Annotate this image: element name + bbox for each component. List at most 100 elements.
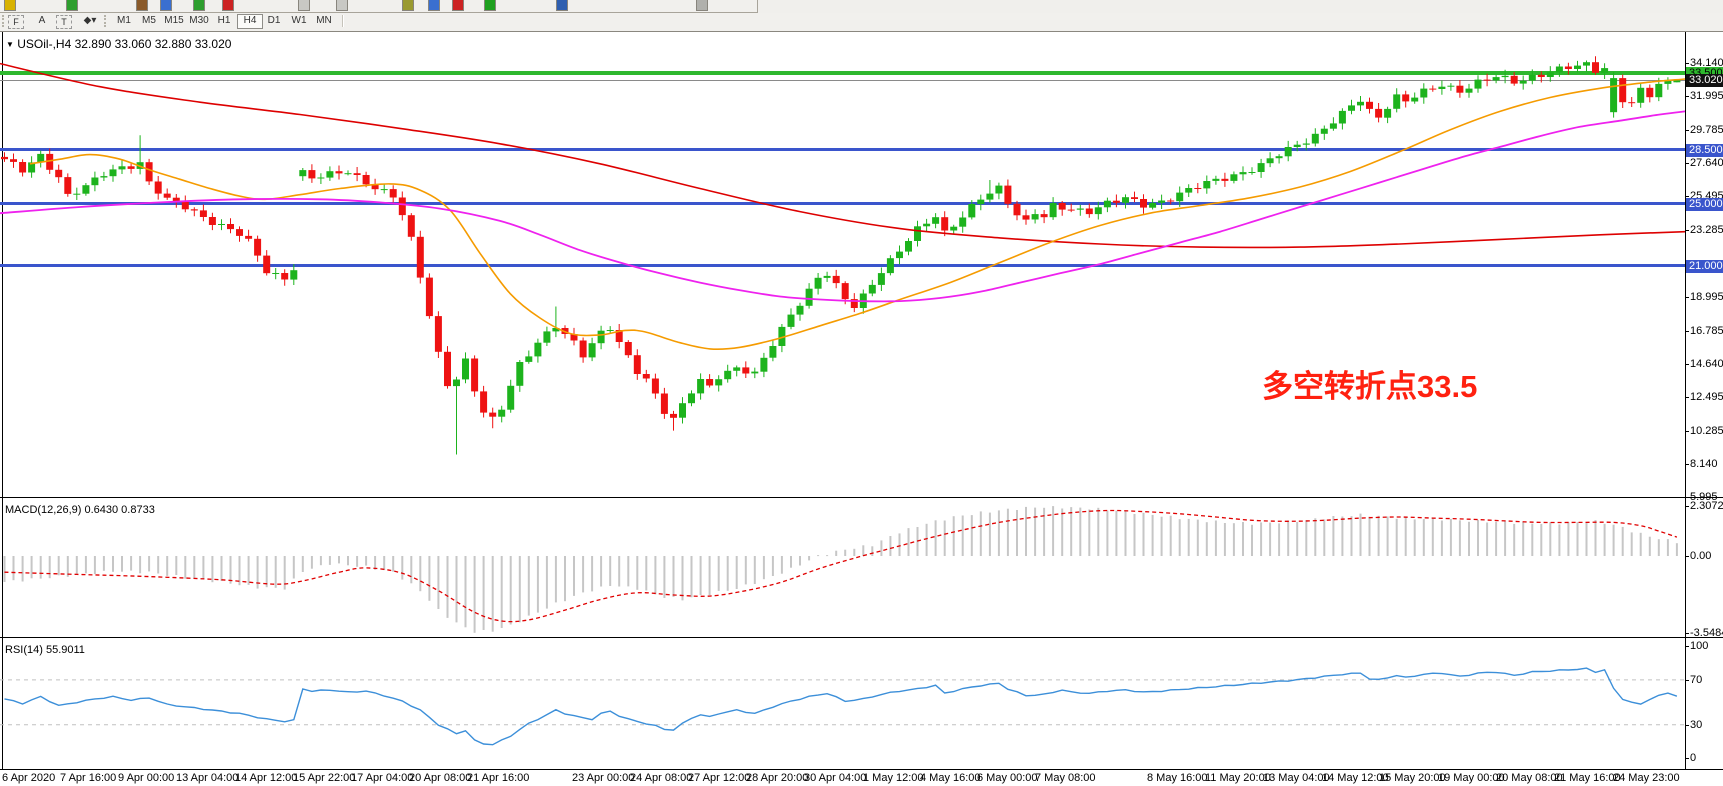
time-axis-label: 14 Apr 12:00 xyxy=(235,772,297,784)
time-axis-label: 6 Apr 2020 xyxy=(2,772,55,784)
price-scale-divider xyxy=(1685,32,1686,770)
macd-tick-label: 0.00 xyxy=(1690,551,1711,562)
chart-left-border xyxy=(2,32,3,770)
time-axis-label: 8 May 16:00 xyxy=(1147,772,1208,784)
toolbar-icon-fragment[interactable] xyxy=(452,0,464,11)
toolbar-icon-fragment[interactable] xyxy=(336,0,348,11)
price-tick-label: 8.140 xyxy=(1690,459,1718,470)
macd-tick-mark xyxy=(1685,633,1689,634)
price-tick-mark xyxy=(1685,130,1689,131)
toolbar-icon-fragment[interactable] xyxy=(556,0,568,11)
price-tick-mark xyxy=(1685,96,1689,97)
time-axis-label: 13 Apr 04:00 xyxy=(176,772,238,784)
toolbar-icon-fragment[interactable] xyxy=(193,0,205,11)
timeframe-button-m30[interactable]: M30 xyxy=(187,14,211,28)
toolbar-icon-fragment[interactable] xyxy=(222,0,234,11)
rsi-tick-mark xyxy=(1685,646,1689,647)
timeframe-button-mn[interactable]: MN xyxy=(312,14,336,28)
price-tick-mark xyxy=(1685,196,1689,197)
price-tick-mark xyxy=(1685,497,1689,498)
toolbar-icon-fragment[interactable] xyxy=(66,0,78,11)
time-axis-label: 24 May 23:00 xyxy=(1613,772,1680,784)
price-tick-mark xyxy=(1685,230,1689,231)
cursor-tool-icon[interactable]: F xyxy=(8,15,24,29)
timeframe-button-h1[interactable]: H1 xyxy=(212,14,236,28)
hline-33_020[interactable] xyxy=(0,80,1685,81)
price-tick-mark xyxy=(1685,364,1689,365)
price-tick-label: 31.995 xyxy=(1690,91,1723,102)
timeframe-button-m15[interactable]: M15 xyxy=(162,14,186,28)
text-tool-icon[interactable]: A xyxy=(32,14,52,28)
time-axis-label: 21 May 16:00 xyxy=(1554,772,1621,784)
toolbar-icon-fragment[interactable] xyxy=(4,0,16,11)
toolbar-separator xyxy=(342,15,344,27)
chart-window[interactable] xyxy=(0,31,1723,786)
price-tick-mark xyxy=(1685,63,1689,64)
pane-separator-macd-rsi[interactable] xyxy=(0,637,1723,638)
toolbar-grip[interactable] xyxy=(104,15,109,27)
time-axis-label: 4 May 16:00 xyxy=(920,772,981,784)
price-tick-mark xyxy=(1685,397,1689,398)
time-axis-label: 13 May 04:00 xyxy=(1263,772,1330,784)
timeframe-button-w1[interactable]: W1 xyxy=(287,14,311,28)
rsi-tick-label: 30 xyxy=(1690,720,1702,731)
price-tick-label: 10.285 xyxy=(1690,426,1723,437)
hline-21_000[interactable] xyxy=(0,264,1685,267)
toolbar-icon-fragment[interactable] xyxy=(136,0,148,11)
chart-text-annotation[interactable]: 多空转折点33.5 xyxy=(1262,361,1477,406)
toolbar-icon-fragment[interactable] xyxy=(298,0,310,11)
price-tick-label: 14.640 xyxy=(1690,359,1723,370)
time-axis-label: 17 Apr 04:00 xyxy=(351,772,413,784)
top-toolbar[interactable] xyxy=(0,0,1723,13)
price-tick-label: 16.785 xyxy=(1690,326,1723,337)
chart-dropdown-icon[interactable]: ▼ xyxy=(6,40,14,49)
price-tick-label: 23.285 xyxy=(1690,225,1723,236)
time-axis-label: 24 Apr 08:00 xyxy=(630,772,692,784)
toolbar-icon-fragment[interactable] xyxy=(160,0,172,11)
tools-and-timeframes-toolbar: FAT ◆▾ M1M5M15M30H1H4D1W1MN xyxy=(0,13,1723,32)
toolbar-grip[interactable] xyxy=(2,15,7,27)
price-tick-mark xyxy=(1685,464,1689,465)
text-label-tool-icon[interactable]: T xyxy=(56,15,72,29)
price-tick-label: 18.995 xyxy=(1690,292,1723,303)
timeframe-button-h4[interactable]: H4 xyxy=(237,14,263,29)
hline-33_500[interactable] xyxy=(0,71,1685,75)
timeframe-button-m1[interactable]: M1 xyxy=(112,14,136,28)
time-axis-label: 20 Apr 08:00 xyxy=(409,772,471,784)
time-axis-label: 19 May 00:00 xyxy=(1438,772,1505,784)
toolbar-icon-fragment[interactable] xyxy=(484,0,496,11)
rsi-tick-mark xyxy=(1685,680,1689,681)
time-axis-label: 20 May 08:00 xyxy=(1496,772,1563,784)
time-axis-label: 6 May 00:00 xyxy=(977,772,1038,784)
price-tick-label: 29.785 xyxy=(1690,125,1723,136)
hline-25_000[interactable] xyxy=(0,202,1685,205)
pane-separator-main-macd[interactable] xyxy=(0,497,1723,498)
macd-tick-label: -3.5484 xyxy=(1690,628,1723,639)
macd-tick-label: 2.3072 xyxy=(1690,501,1723,512)
toolbar-icon-fragment[interactable] xyxy=(696,0,708,11)
toolbar-icon-fragment[interactable] xyxy=(402,0,414,11)
time-axis-label: 9 Apr 00:00 xyxy=(118,772,174,784)
timeframe-button-d1[interactable]: D1 xyxy=(262,14,286,28)
price-tick-mark xyxy=(1685,163,1689,164)
rsi-tick-mark xyxy=(1685,725,1689,726)
time-axis-border xyxy=(0,769,1723,770)
standard-toolbar-strip[interactable] xyxy=(0,0,758,13)
timeframe-button-m5[interactable]: M5 xyxy=(137,14,161,28)
macd-indicator-label: MACD(12,26,9) 0.6430 0.8733 xyxy=(5,504,155,516)
time-axis-label: 11 May 20:00 xyxy=(1205,772,1271,784)
time-axis-label: 27 Apr 12:00 xyxy=(688,772,750,784)
chart-title: ▼ USOil-,H4 32.890 33.060 32.880 33.020 xyxy=(6,37,231,51)
macd-tick-mark xyxy=(1685,506,1689,507)
price-badge-21_000: 21.000 xyxy=(1686,260,1723,273)
ohlc-values: 32.890 33.060 32.880 33.020 xyxy=(75,37,232,51)
price-tick-mark xyxy=(1685,331,1689,332)
rsi-tick-label: 70 xyxy=(1690,675,1702,686)
toolbar-icon-fragment[interactable] xyxy=(428,0,440,11)
price-badge-33_020: 33.020 xyxy=(1686,74,1723,87)
symbol-and-timeframe: USOil-,H4 xyxy=(17,37,71,51)
hline-28_500[interactable] xyxy=(0,148,1685,151)
price-tick-mark xyxy=(1685,297,1689,298)
arrow-tools-icon[interactable]: ◆▾ xyxy=(80,14,100,28)
macd-tick-mark xyxy=(1685,556,1689,557)
